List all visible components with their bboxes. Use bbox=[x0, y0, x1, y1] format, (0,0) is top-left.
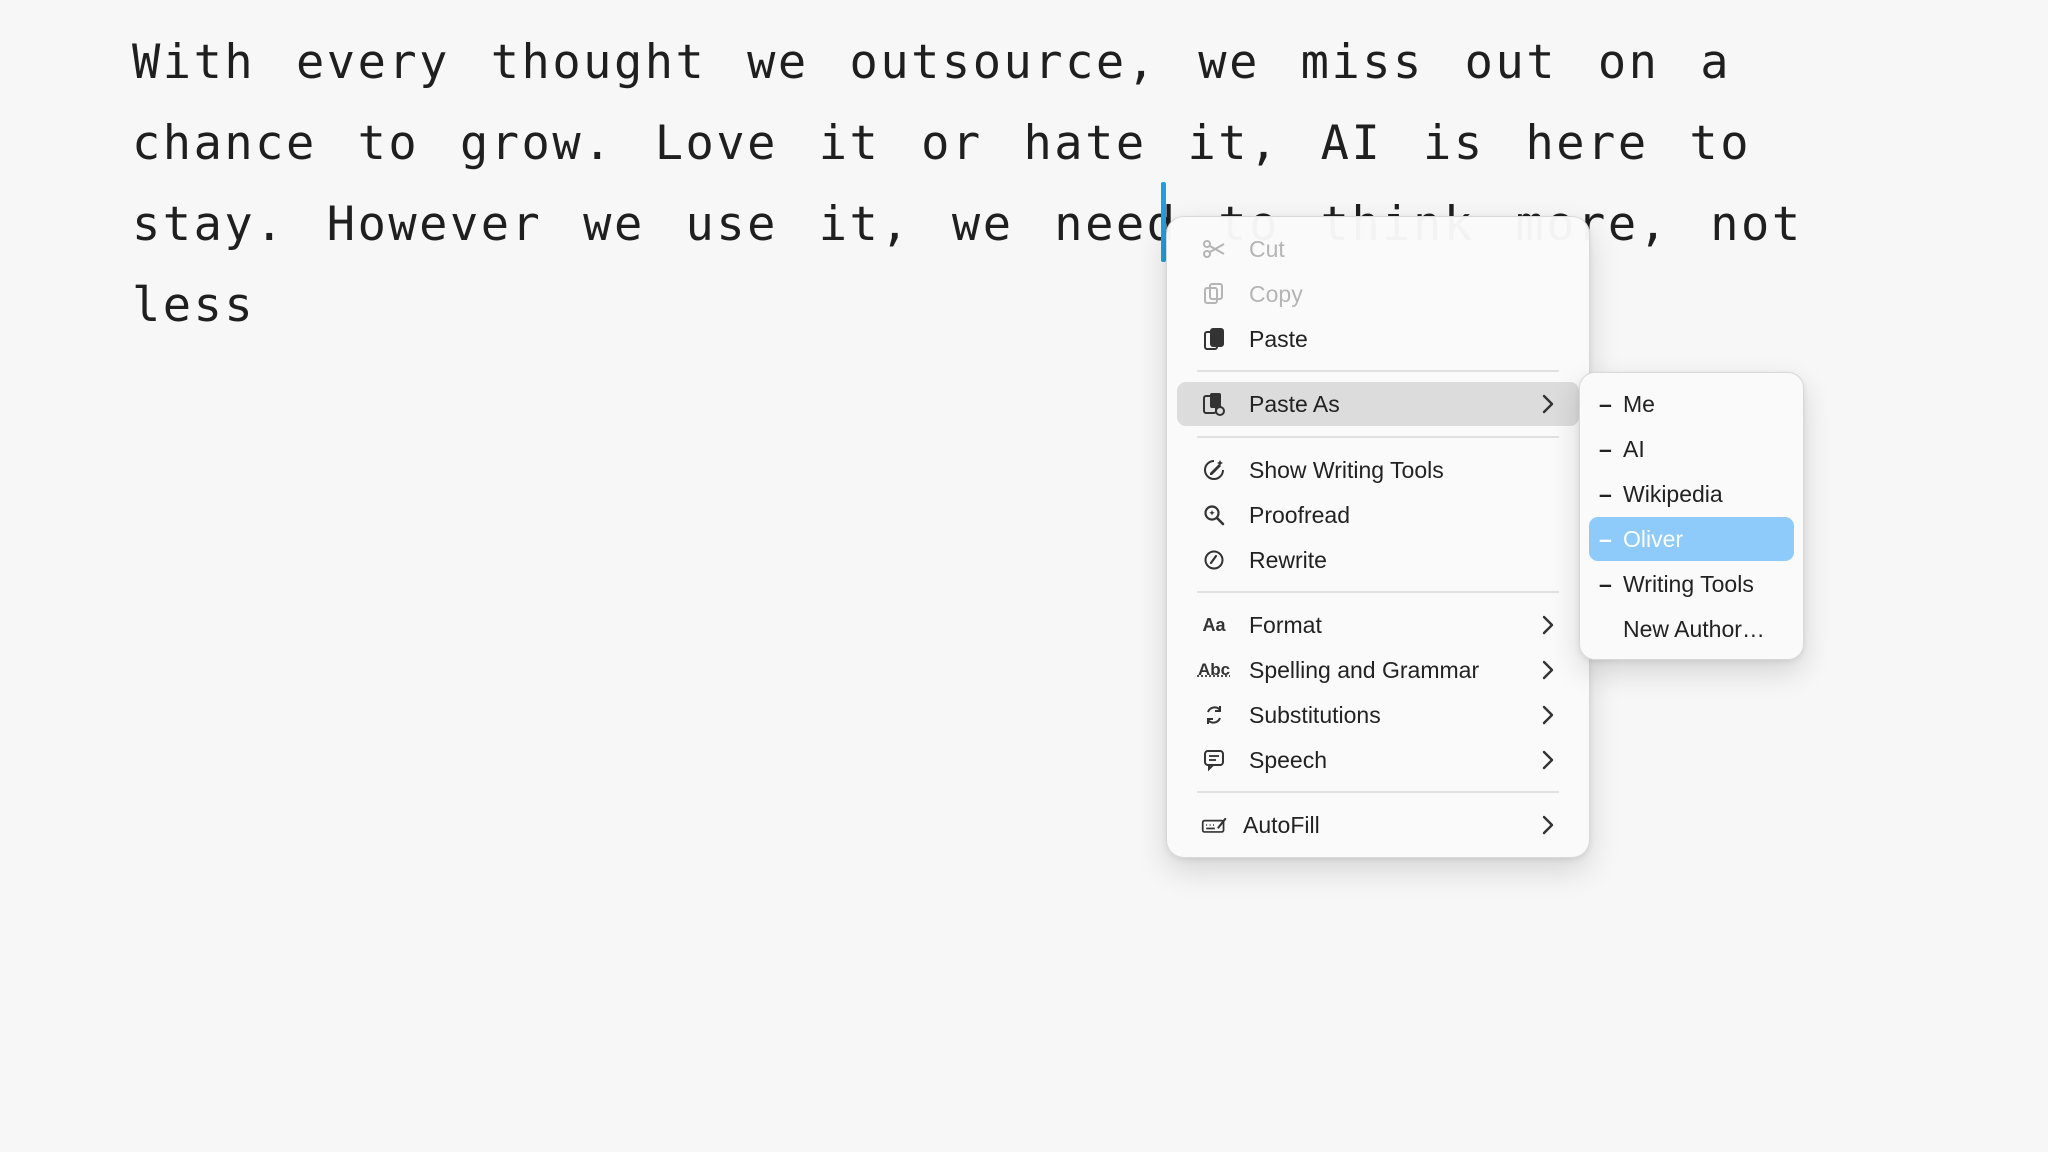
menu-item-proofread[interactable]: Proofread bbox=[1177, 493, 1579, 537]
submenu-item-label: New Author… bbox=[1623, 615, 1765, 642]
menu-item-label: Format bbox=[1249, 611, 1322, 638]
menu-item-show-writing-tools[interactable]: Show Writing Tools bbox=[1177, 448, 1579, 492]
dash-marker: – bbox=[1599, 480, 1612, 507]
dash-marker: – bbox=[1599, 390, 1612, 417]
submenu-item-me[interactable]: – Me bbox=[1589, 382, 1794, 426]
rewrite-icon bbox=[1201, 547, 1227, 573]
submenu-item-wikipedia[interactable]: – Wikipedia bbox=[1589, 472, 1794, 516]
menu-item-rewrite[interactable]: Rewrite bbox=[1177, 538, 1579, 582]
menu-separator bbox=[1197, 591, 1559, 593]
spelling-icon: Abc bbox=[1197, 660, 1231, 679]
chevron-right-icon bbox=[1539, 702, 1557, 728]
autofill-icon bbox=[1201, 812, 1227, 838]
chevron-right-icon bbox=[1539, 812, 1557, 838]
dash-marker: – bbox=[1599, 570, 1612, 597]
menu-item-copy: Copy bbox=[1177, 272, 1579, 316]
chevron-right-icon bbox=[1539, 657, 1557, 683]
dash-marker: – bbox=[1599, 525, 1612, 552]
menu-item-substitutions[interactable]: Substitutions bbox=[1177, 693, 1579, 737]
menu-item-label: Show Writing Tools bbox=[1249, 456, 1444, 483]
menu-separator bbox=[1197, 791, 1559, 793]
menu-item-label: Paste bbox=[1249, 325, 1308, 352]
menu-item-speech[interactable]: Speech bbox=[1177, 738, 1579, 782]
menu-item-label: Cut bbox=[1249, 235, 1285, 262]
menu-item-spelling-and-grammar[interactable]: Abc Spelling and Grammar bbox=[1177, 648, 1579, 692]
paste-icon bbox=[1201, 326, 1227, 352]
submenu-item-writing-tools[interactable]: – Writing Tools bbox=[1589, 562, 1794, 606]
submenu-item-label: AI bbox=[1623, 435, 1645, 462]
menu-item-label: Speech bbox=[1249, 746, 1328, 773]
chevron-right-icon bbox=[1539, 391, 1557, 417]
submenu-item-ai[interactable]: – AI bbox=[1589, 427, 1794, 471]
speech-icon bbox=[1201, 747, 1227, 773]
chevron-right-icon bbox=[1539, 747, 1557, 773]
editor-text[interactable]: With every thought we outsource, we miss… bbox=[132, 22, 1932, 346]
paste-as-submenu: – Me – AI – Wikipedia – Oliver – Writing… bbox=[1579, 372, 1804, 660]
scissors-icon bbox=[1201, 236, 1227, 262]
submenu-item-label: Writing Tools bbox=[1623, 570, 1754, 597]
menu-item-label: Rewrite bbox=[1249, 546, 1327, 573]
submenu-item-new-author[interactable]: New Author… bbox=[1589, 607, 1794, 651]
menu-separator bbox=[1197, 370, 1559, 372]
chevron-right-icon bbox=[1539, 612, 1557, 638]
copy-icon bbox=[1201, 281, 1227, 307]
menu-item-label: Spelling and Grammar bbox=[1249, 656, 1480, 683]
dash-marker: – bbox=[1599, 435, 1612, 462]
paste-as-icon bbox=[1201, 391, 1227, 417]
submenu-item-label: Oliver bbox=[1623, 525, 1684, 552]
menu-item-autofill[interactable]: AutoFill bbox=[1177, 803, 1579, 847]
submenu-item-label: Wikipedia bbox=[1623, 480, 1723, 507]
submenu-item-oliver[interactable]: – Oliver bbox=[1589, 517, 1794, 561]
menu-separator bbox=[1197, 436, 1559, 438]
context-menu: Cut Copy Paste Paste As Show Writing Too… bbox=[1166, 216, 1590, 858]
menu-item-label: Substitutions bbox=[1249, 701, 1381, 728]
menu-item-format[interactable]: Aa Format bbox=[1177, 603, 1579, 647]
menu-item-label: Copy bbox=[1249, 280, 1303, 307]
proofread-icon bbox=[1201, 502, 1227, 528]
writing-tools-icon bbox=[1201, 457, 1227, 483]
menu-item-label: AutoFill bbox=[1243, 811, 1320, 838]
menu-item-label: Proofread bbox=[1249, 501, 1351, 528]
menu-item-label: Paste As bbox=[1249, 390, 1340, 417]
submenu-item-label: Me bbox=[1623, 390, 1655, 417]
substitutions-icon bbox=[1201, 702, 1227, 728]
document-canvas: With every thought we outsource, we miss… bbox=[0, 0, 2048, 1152]
menu-item-paste[interactable]: Paste bbox=[1177, 317, 1579, 361]
format-icon: Aa bbox=[1202, 614, 1226, 635]
menu-item-paste-as[interactable]: Paste As bbox=[1177, 382, 1579, 426]
menu-item-cut: Cut bbox=[1177, 227, 1579, 271]
